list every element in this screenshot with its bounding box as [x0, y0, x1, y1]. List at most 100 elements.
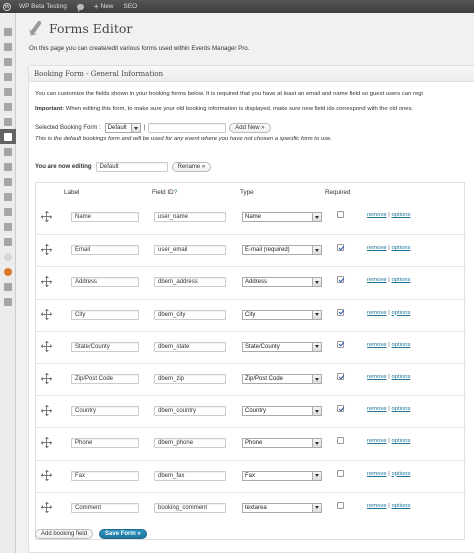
- remove-field-link[interactable]: remove: [367, 503, 387, 509]
- field-label-input[interactable]: Email: [71, 245, 139, 256]
- field-id-input[interactable]: dbem_country: [154, 406, 226, 417]
- field-id-input[interactable]: dbem_fax: [154, 470, 226, 481]
- site-name-link[interactable]: WP Beta Testing: [14, 0, 72, 13]
- drag-handle-icon[interactable]: [41, 340, 52, 352]
- field-type-select[interactable]: Fax: [242, 470, 322, 481]
- field-label-input[interactable]: Phone: [71, 438, 139, 449]
- save-form-button[interactable]: Save Form »: [99, 529, 147, 539]
- field-label-input[interactable]: Comment: [71, 502, 139, 513]
- field-id-input[interactable]: booking_comment: [154, 502, 226, 513]
- menu-home-icon[interactable]: [0, 294, 16, 309]
- menu-comments-icon[interactable]: [0, 99, 16, 114]
- seo-link[interactable]: SEO: [119, 0, 143, 13]
- field-label-input[interactable]: Fax: [71, 470, 139, 481]
- field-label-input[interactable]: City: [71, 309, 139, 320]
- field-options-link[interactable]: options: [391, 310, 410, 316]
- menu-events-icon[interactable]: [0, 129, 16, 144]
- required-checkbox[interactable]: [337, 244, 344, 252]
- field-options-link[interactable]: options: [391, 212, 410, 218]
- menu-pin-icon[interactable]: [0, 114, 16, 129]
- menu-posts-icon[interactable]: [0, 39, 16, 54]
- menu-users-icon[interactable]: [0, 189, 16, 204]
- new-content-link[interactable]: + New: [89, 0, 119, 13]
- menu-links-icon[interactable]: [0, 69, 16, 84]
- required-checkbox[interactable]: [337, 437, 344, 445]
- field-id-input[interactable]: dbem_city: [154, 309, 226, 320]
- add-new-form-button[interactable]: Add New »: [229, 123, 271, 133]
- field-type-select[interactable]: textarea: [242, 502, 322, 513]
- wordpress-logo-icon[interactable]: W: [0, 0, 14, 13]
- comments-link[interactable]: [72, 0, 89, 13]
- rename-form-button[interactable]: Rename »: [171, 162, 212, 172]
- form-name-input[interactable]: Default: [95, 162, 168, 172]
- add-booking-field-button[interactable]: Add booking field: [35, 529, 94, 539]
- field-id-input[interactable]: user_name: [154, 212, 226, 222]
- drag-handle-icon[interactable]: [41, 308, 52, 320]
- booking-form-select[interactable]: Default: [104, 123, 141, 133]
- field-type-select[interactable]: Zip/Post Code: [242, 374, 322, 384]
- new-form-name-input[interactable]: [148, 123, 227, 133]
- field-options-link[interactable]: options: [391, 277, 410, 283]
- menu-dashboard-icon[interactable]: [0, 24, 16, 39]
- menu-media-icon[interactable]: [0, 54, 16, 69]
- field-label-input[interactable]: Zip/Post Code: [71, 374, 139, 384]
- menu-plugins-icon[interactable]: [0, 174, 16, 189]
- field-type-select[interactable]: State/County: [242, 341, 322, 352]
- field-id-input[interactable]: dbem_address: [154, 277, 226, 288]
- field-label-input[interactable]: Address: [71, 277, 139, 288]
- field-label-input[interactable]: Country: [71, 406, 139, 417]
- drag-handle-icon[interactable]: [41, 469, 52, 481]
- remove-field-link[interactable]: remove: [367, 212, 387, 218]
- required-checkbox[interactable]: [337, 211, 344, 218]
- drag-handle-icon[interactable]: [41, 211, 52, 222]
- required-checkbox[interactable]: [337, 340, 344, 348]
- field-label-input[interactable]: State/County: [71, 341, 139, 352]
- menu-appearance-icon[interactable]: [0, 159, 16, 174]
- menu-tools-icon[interactable]: [0, 204, 16, 219]
- menu-extra-icon[interactable]: [0, 279, 16, 294]
- required-checkbox[interactable]: [337, 373, 344, 380]
- menu-buddypress-icon[interactable]: [0, 249, 16, 264]
- remove-field-link[interactable]: remove: [367, 471, 387, 477]
- required-checkbox[interactable]: [337, 405, 344, 413]
- field-options-link[interactable]: options: [391, 374, 410, 380]
- field-type-select[interactable]: Country: [242, 406, 322, 417]
- remove-field-link[interactable]: remove: [367, 342, 387, 348]
- menu-events-manager-icon[interactable]: [0, 264, 16, 279]
- drag-handle-icon[interactable]: [41, 501, 52, 513]
- menu-seo-icon[interactable]: [0, 234, 16, 249]
- field-id-input[interactable]: dbem_state: [154, 341, 226, 352]
- field-type-select[interactable]: Phone: [242, 438, 322, 449]
- remove-field-link[interactable]: remove: [367, 245, 387, 251]
- field-type-select[interactable]: City: [242, 309, 322, 320]
- drag-handle-icon[interactable]: [41, 373, 52, 384]
- menu-feedback-icon[interactable]: [0, 144, 16, 159]
- field-label-input[interactable]: Name: [71, 212, 139, 222]
- required-checkbox[interactable]: [337, 501, 344, 509]
- drag-handle-icon[interactable]: [41, 437, 52, 449]
- field-options-link[interactable]: options: [391, 245, 410, 251]
- drag-handle-icon[interactable]: [41, 276, 52, 288]
- remove-field-link[interactable]: remove: [367, 374, 387, 380]
- field-type-select[interactable]: Address: [242, 277, 322, 288]
- drag-handle-icon[interactable]: [41, 244, 52, 256]
- required-checkbox[interactable]: [337, 276, 344, 284]
- menu-pages-icon[interactable]: [0, 84, 16, 99]
- required-checkbox[interactable]: [337, 469, 344, 477]
- field-id-help-link[interactable]: ?: [174, 189, 178, 196]
- field-options-link[interactable]: options: [391, 438, 410, 444]
- drag-handle-icon[interactable]: [41, 405, 52, 417]
- field-id-input[interactable]: dbem_phone: [154, 438, 226, 449]
- menu-settings-icon[interactable]: [0, 219, 16, 234]
- remove-field-link[interactable]: remove: [367, 277, 387, 283]
- field-options-link[interactable]: options: [391, 342, 410, 348]
- field-id-input[interactable]: user_email: [154, 245, 226, 256]
- field-type-select[interactable]: E-mail (required): [242, 245, 322, 256]
- field-id-input[interactable]: dbem_zip: [154, 374, 226, 384]
- field-options-link[interactable]: options: [391, 406, 410, 412]
- field-options-link[interactable]: options: [391, 471, 410, 477]
- field-options-link[interactable]: options: [391, 503, 410, 509]
- required-checkbox[interactable]: [337, 308, 344, 316]
- remove-field-link[interactable]: remove: [367, 406, 387, 412]
- field-type-select[interactable]: Name: [242, 212, 322, 222]
